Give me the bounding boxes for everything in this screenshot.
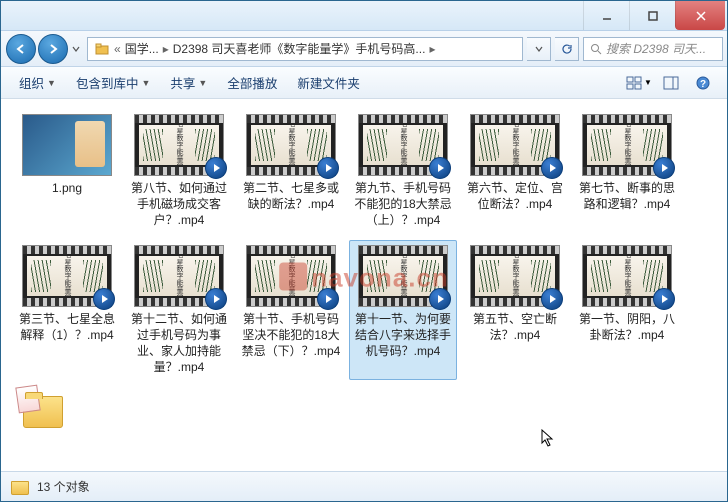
nav-history-dropdown[interactable]	[69, 45, 83, 53]
close-button[interactable]	[675, 1, 725, 30]
file-name: 第五节、空亡断法？.mp4	[464, 311, 566, 343]
toolbar: 组织▼ 包含到库中▼ 共享▼ 全部播放 新建文件夹 ▼ ?	[1, 67, 727, 99]
maximize-button[interactable]	[629, 1, 675, 30]
breadcrumb-dropdown[interactable]	[527, 37, 551, 61]
file-item[interactable]: 七星数字能量学第一节、阴阳，八卦断法？.mp4	[573, 240, 681, 381]
file-name: 第十节、手机号码坚决不能犯的18大禁忌（下）？.mp4	[240, 311, 342, 360]
play-badge-icon	[541, 157, 563, 179]
file-item[interactable]: 七星数字能量学第五节、空亡断法？.mp4	[461, 240, 569, 381]
file-name: 第六节、定位、宫位断法？.mp4	[464, 180, 566, 212]
play-badge-icon	[317, 157, 339, 179]
file-item[interactable]: 七星数字能量学第九节、手机号码不能犯的18大禁忌（上）？.mp4	[349, 109, 457, 234]
video-thumbnail: 七星数字能量学	[358, 114, 448, 176]
navigation-bar: « 国学... ▸ D2398 司天喜老师《数字能量学》手机号码高... ▸ 搜…	[1, 31, 727, 67]
play-badge-icon	[653, 157, 675, 179]
play-badge-icon	[429, 288, 451, 310]
breadcrumb-segment[interactable]: D2398 司天喜老师《数字能量学》手机号码高...	[173, 40, 426, 57]
include-in-library-menu[interactable]: 包含到库中▼	[68, 69, 158, 96]
video-thumbnail: 七星数字能量学	[246, 245, 336, 307]
minimize-button[interactable]	[583, 1, 629, 30]
chevron-down-icon: ▼	[198, 78, 207, 88]
file-item[interactable]: 七星数字能量学第七节、断事的思路和逻辑？.mp4	[573, 109, 681, 234]
file-item[interactable]: 七星数字能量学第十一节、为何要结合八字来选择手机号码？.mp4	[349, 240, 457, 381]
play-badge-icon	[541, 288, 563, 310]
breadcrumb[interactable]: « 国学... ▸ D2398 司天喜老师《数字能量学》手机号码高... ▸	[87, 37, 523, 61]
file-name: 1.png	[52, 180, 82, 196]
svg-text:?: ?	[700, 79, 706, 90]
chevron-right-icon: ▸	[163, 42, 169, 56]
chevron-down-icon: ▼	[47, 78, 56, 88]
search-icon	[590, 43, 602, 55]
play-badge-icon	[205, 288, 227, 310]
video-thumbnail: 七星数字能量学	[470, 245, 560, 307]
organize-menu[interactable]: 组织▼	[11, 69, 64, 96]
video-thumbnail: 七星数字能量学	[134, 114, 224, 176]
video-thumbnail: 七星数字能量学	[134, 245, 224, 307]
image-thumbnail	[22, 114, 112, 176]
titlebar	[1, 1, 727, 31]
file-item[interactable]: 七星数字能量学第十节、手机号码坚决不能犯的18大禁忌（下）？.mp4	[237, 240, 345, 381]
partial-folder-row	[13, 390, 715, 430]
file-item[interactable]: 七星数字能量学第八节、如何通过手机磁场成交客户？.mp4	[125, 109, 233, 234]
play-all-button[interactable]: 全部播放	[219, 69, 285, 96]
file-item[interactable]: 七星数字能量学第三节、七星全息解释（1）？.mp4	[13, 240, 121, 381]
file-name: 第二节、七星多或缺的断法？.mp4	[240, 180, 342, 212]
refresh-button[interactable]	[555, 37, 579, 61]
play-badge-icon	[653, 288, 675, 310]
chevron-right-icon: ▸	[429, 42, 435, 56]
file-item[interactable]: 七星数字能量学第十二节、如何通过手机号码为事业、家人加持能量？.mp4	[125, 240, 233, 381]
file-name: 第十一节、为何要结合八字来选择手机号码？.mp4	[352, 311, 454, 360]
search-placeholder: 搜索 D2398 司天...	[606, 40, 706, 57]
file-name: 第九节、手机号码不能犯的18大禁忌（上）？.mp4	[352, 180, 454, 229]
chevron-down-icon: ▼	[141, 78, 150, 88]
video-thumbnail: 七星数字能量学	[246, 114, 336, 176]
video-thumbnail: 七星数字能量学	[582, 114, 672, 176]
video-thumbnail: 七星数字能量学	[582, 245, 672, 307]
video-thumbnail: 七星数字能量学	[470, 114, 560, 176]
status-bar: 13 个对象	[1, 471, 727, 501]
status-count: 13 个对象	[37, 478, 90, 495]
forward-button[interactable]	[38, 34, 68, 64]
cursor-icon	[541, 429, 557, 449]
play-badge-icon	[429, 157, 451, 179]
file-list-pane[interactable]: 1.png七星数字能量学第八节、如何通过手机磁场成交客户？.mp4七星数字能量学…	[1, 99, 727, 471]
play-badge-icon	[317, 288, 339, 310]
file-name: 第十二节、如何通过手机号码为事业、家人加持能量？.mp4	[128, 311, 230, 376]
preview-pane-button[interactable]	[658, 72, 684, 94]
breadcrumb-segment[interactable]: 国学...	[125, 40, 159, 57]
video-thumbnail: 七星数字能量学	[22, 245, 112, 307]
help-button[interactable]: ?	[690, 72, 716, 94]
file-item[interactable]: 1.png	[13, 109, 121, 234]
back-button[interactable]	[6, 34, 36, 64]
folder-icon[interactable]	[19, 390, 67, 430]
play-badge-icon	[205, 157, 227, 179]
search-input[interactable]: 搜索 D2398 司天...	[583, 37, 723, 61]
video-thumbnail: 七星数字能量学	[358, 245, 448, 307]
share-menu[interactable]: 共享▼	[162, 69, 215, 96]
file-item[interactable]: 七星数字能量学第六节、定位、宫位断法？.mp4	[461, 109, 569, 234]
folder-icon	[11, 479, 29, 495]
new-folder-button[interactable]: 新建文件夹	[289, 69, 368, 96]
breadcrumb-sep: «	[114, 42, 121, 56]
file-name: 第八节、如何通过手机磁场成交客户？.mp4	[128, 180, 230, 229]
file-name: 第三节、七星全息解释（1）？.mp4	[16, 311, 118, 343]
file-name: 第一节、阴阳，八卦断法？.mp4	[576, 311, 678, 343]
play-badge-icon	[93, 288, 115, 310]
file-name: 第七节、断事的思路和逻辑？.mp4	[576, 180, 678, 212]
view-options-button[interactable]: ▼	[626, 72, 652, 94]
file-item[interactable]: 七星数字能量学第二节、七星多或缺的断法？.mp4	[237, 109, 345, 234]
folder-icon	[94, 41, 110, 57]
